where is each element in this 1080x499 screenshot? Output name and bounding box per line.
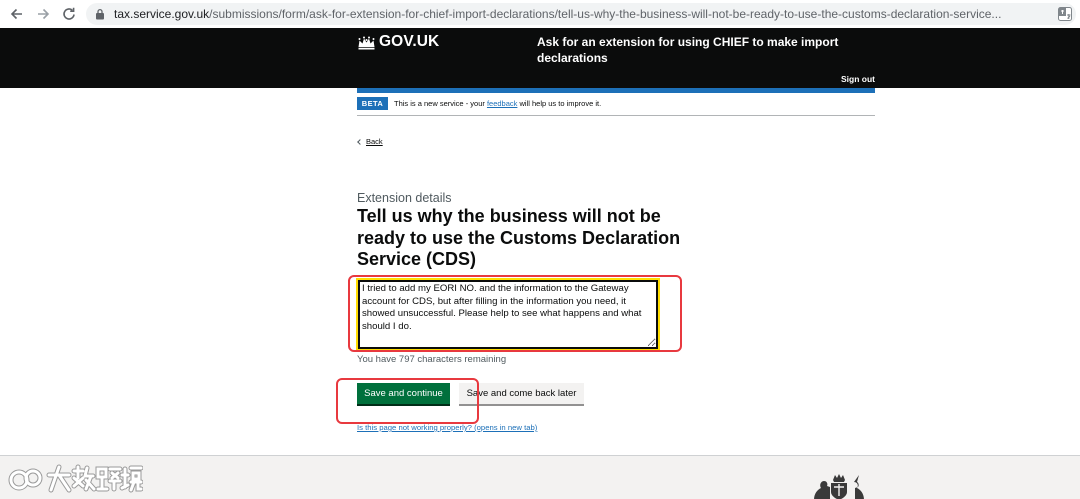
phase-banner-divider <box>357 115 875 116</box>
arrow-left-icon[interactable] <box>9 6 25 22</box>
chevron-left-icon <box>357 138 363 145</box>
watermark-logo <box>8 464 143 493</box>
govuk-logo[interactable]: GOV.UK <box>379 33 439 51</box>
arrow-right-icon[interactable] <box>35 6 51 22</box>
report-problem-link[interactable]: Is this page not working properly? (open… <box>357 423 537 433</box>
page-caption: Extension details <box>357 191 452 205</box>
character-count: You have 797 characters remaining <box>357 354 507 365</box>
back-link[interactable]: Back <box>357 137 383 147</box>
phase-banner-text-before: This is a new service - your <box>394 99 487 108</box>
page-title: Tell us why the business will not be rea… <box>357 206 681 269</box>
reason-textarea[interactable]: I tried to add my EORI NO. and the infor… <box>356 278 660 351</box>
translate-icon[interactable] <box>1058 7 1072 21</box>
beta-tag: BETA <box>357 97 388 110</box>
address-url[interactable]: tax.service.gov.uk/submissions/form/ask-… <box>114 7 1050 21</box>
save-and-come-back-later-button[interactable]: Save and come back later <box>459 383 584 404</box>
save-and-continue-button[interactable]: Save and continue <box>357 383 450 404</box>
phase-banner-text: This is a new service - your feedback wi… <box>394 99 601 109</box>
royal-coat-of-arms-icon <box>814 474 864 499</box>
browser-toolbar: tax.service.gov.uk/submissions/form/ask-… <box>0 0 1080 28</box>
crown-icon[interactable] <box>357 36 376 50</box>
service-name[interactable]: Ask for an extension for using CHIEF to … <box>537 34 857 66</box>
back-link-label: Back <box>366 137 383 146</box>
reload-icon[interactable] <box>61 6 77 22</box>
url-domain: tax.service.gov.uk <box>114 7 210 21</box>
feedback-link[interactable]: feedback <box>487 99 517 108</box>
footer <box>0 455 1080 499</box>
sign-out-link[interactable]: Sign out <box>841 74 875 84</box>
header-accent-bar <box>357 88 875 93</box>
phase-banner-text-after: will help us to improve it. <box>517 99 602 108</box>
url-path: /submissions/form/ask-for-extension-for-… <box>209 7 1002 21</box>
lock-icon[interactable] <box>95 8 105 20</box>
